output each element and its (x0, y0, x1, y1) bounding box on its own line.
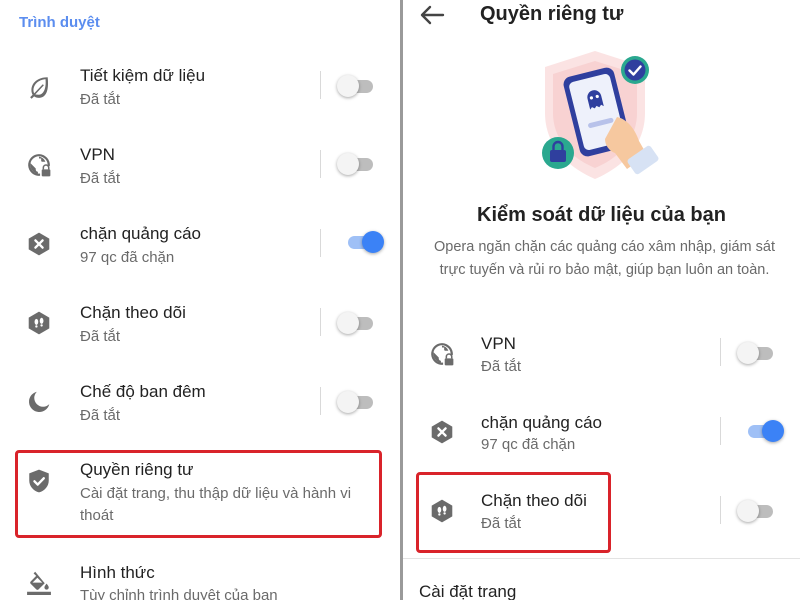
row-separator (720, 417, 721, 445)
row-separator (320, 229, 321, 257)
setting-status: Đã tắt (80, 407, 121, 424)
row-separator (320, 71, 321, 99)
ad-block-icon (26, 231, 52, 257)
privacy-setting-vpn[interactable]: VPN Đã tắt (403, 312, 800, 392)
setting-status: Đã tắt (481, 515, 522, 532)
privacy-setting-ad-block[interactable]: chặn quảng cáo 97 qc đã chặn (403, 391, 800, 471)
setting-title: Tiết kiệm dữ liệu (80, 66, 206, 85)
browser-settings-panel: Trình duyệt Tiết kiệm dữ liệu Đã tắt VPN… (0, 0, 400, 600)
leaf-icon (26, 74, 52, 100)
setting-status: 97 qc đã chặn (80, 249, 175, 266)
section-divider (403, 558, 800, 559)
tracker-block-toggle[interactable] (737, 498, 775, 524)
setting-title: Chặn theo dõi (80, 303, 186, 322)
setting-title: Chế độ ban đêm (80, 382, 206, 401)
tracker-block-icon (429, 498, 455, 524)
ad-block-icon (429, 419, 455, 445)
row-separator (320, 308, 321, 336)
section-site-settings[interactable]: Cài đặt trang (419, 582, 516, 600)
page-title: Quyền riêng tư (480, 3, 624, 25)
setting-status: Đã tắt (481, 358, 522, 375)
vpn-toggle[interactable] (337, 151, 375, 177)
setting-title: chặn quảng cáo (481, 413, 602, 432)
setting-tracker-block[interactable]: Chặn theo dõi Đã tắt (0, 283, 400, 363)
setting-status: Đã tắt (80, 170, 121, 187)
paint-bucket-icon (26, 569, 52, 595)
vpn-toggle[interactable] (737, 340, 775, 366)
moon-icon (26, 389, 52, 415)
row-separator (720, 338, 721, 366)
setting-title: Quyền riêng tư (80, 460, 194, 479)
tracker-block-icon (26, 310, 52, 336)
ad-block-toggle[interactable] (746, 418, 784, 444)
privacy-panel: Quyền riêng tư Kiểm soát dữ liệu của bạn… (403, 0, 800, 600)
row-separator (720, 496, 721, 524)
setting-status: Đã tắt (80, 328, 121, 345)
hero-title: Kiểm soát dữ liệu của bạn (477, 204, 726, 226)
privacy-illustration (525, 45, 665, 185)
data-saver-toggle[interactable] (337, 73, 375, 99)
hero-description: Opera ngăn chặn các quảng cáo xâm nhập, … (434, 239, 775, 278)
setting-appearance[interactable]: Hình thức Tùy chỉnh trình duyệt của bạn (0, 543, 400, 600)
setting-description-line1: Cài đặt trang, thu thập dữ liệu và hành … (80, 485, 352, 502)
setting-status: Tùy chỉnh trình duyệt của bạn (80, 587, 278, 600)
night-mode-toggle[interactable] (337, 389, 375, 415)
back-arrow-icon[interactable] (417, 2, 447, 28)
setting-vpn[interactable]: VPN Đã tắt (0, 125, 400, 205)
vpn-globe-lock-icon (429, 341, 455, 367)
row-separator (320, 387, 321, 415)
setting-night-mode[interactable]: Chế độ ban đêm Đã tắt (0, 362, 400, 442)
row-separator (320, 150, 321, 178)
setting-title: VPN (80, 145, 115, 164)
setting-data-saver[interactable]: Tiết kiệm dữ liệu Đã tắt (0, 46, 400, 126)
ad-block-toggle[interactable] (346, 229, 384, 255)
shield-check-icon (26, 468, 52, 494)
setting-privacy[interactable]: Quyền riêng tư Cài đặt trang, thu thập d… (0, 441, 400, 541)
setting-title: VPN (481, 334, 516, 353)
section-title-browser: Trình duyệt (19, 14, 100, 31)
privacy-setting-tracker-block[interactable]: Chặn theo dõi Đã tắt (403, 470, 800, 550)
setting-title: chặn quảng cáo (80, 224, 201, 243)
tracker-block-toggle[interactable] (337, 310, 375, 336)
setting-ad-block[interactable]: chặn quảng cáo 97 qc đã chặn (0, 204, 400, 284)
setting-status: Đã tắt (80, 91, 121, 108)
setting-title: Chặn theo dõi (481, 491, 587, 510)
setting-description-line2: thoát (80, 507, 114, 524)
setting-title: Hình thức (80, 563, 155, 582)
vpn-globe-lock-icon (26, 152, 52, 178)
setting-status: 97 qc đã chặn (481, 436, 576, 453)
